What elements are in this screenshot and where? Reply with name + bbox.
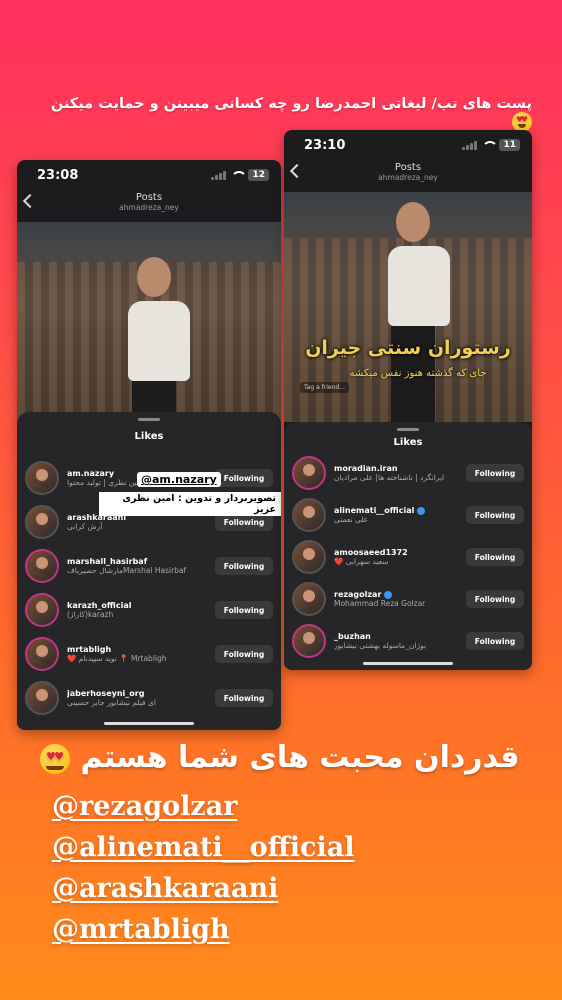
nav-title: Posts bbox=[135, 192, 163, 203]
username[interactable]: rezagolzar bbox=[334, 590, 458, 599]
thanks-label: قدردان محبت های شما هستم bbox=[80, 740, 520, 775]
following-button[interactable]: Following bbox=[466, 506, 524, 524]
full-name: ایرانگرد | ناشناخته ها| علی مرادیان bbox=[334, 473, 445, 482]
left-screenshot: 23:08 12 Posts ahmadreza_ney Likes am.na… bbox=[17, 160, 281, 730]
avatar[interactable] bbox=[292, 582, 326, 616]
username[interactable]: marshall_hasirbaf bbox=[67, 557, 207, 566]
avatar[interactable] bbox=[292, 456, 326, 490]
battery-icon: 11 bbox=[499, 139, 520, 151]
full-name: Mrtabligh 📍 نوید سپیدنام ❤️ bbox=[67, 654, 167, 663]
full-name: علی نعمتی bbox=[334, 515, 369, 524]
right-screenshot: 23:10 11 Posts ahmadreza_ney رستوران سنت… bbox=[284, 130, 532, 670]
status-bar: 23:08 12 bbox=[17, 160, 281, 190]
username-text[interactable]: rezagolzar bbox=[334, 590, 381, 599]
username[interactable]: karazh_official bbox=[67, 601, 207, 610]
following-button[interactable]: Following bbox=[215, 601, 273, 619]
posts-navbar: Posts ahmadreza_ney bbox=[284, 160, 532, 192]
full-name: آرش کرانی bbox=[67, 522, 103, 531]
mention-list: @rezagolzar @alinemati__official @arashk… bbox=[52, 790, 354, 954]
following-button[interactable]: Following bbox=[215, 645, 273, 663]
username[interactable]: amoosaeed1372 bbox=[334, 548, 458, 557]
post-photo: رستوران سنتی جیران جای که گذشته هنوز نفس… bbox=[284, 192, 532, 422]
avatar[interactable] bbox=[25, 593, 59, 627]
home-indicator bbox=[104, 722, 194, 725]
avatar[interactable] bbox=[25, 461, 59, 495]
mention-mrtabligh[interactable]: @mrtabligh bbox=[52, 913, 354, 950]
likes-sheet: Likes am.nazary امین نظری | تولید محتوا F… bbox=[17, 412, 281, 730]
following-button[interactable]: Following bbox=[466, 632, 524, 650]
following-button[interactable]: Following bbox=[466, 464, 524, 482]
nav-subtitle: ahmadreza_ney bbox=[378, 173, 438, 182]
story-caption: پست های تب/ لیغاتی احمدرضا رو چه کسانی م… bbox=[28, 96, 532, 132]
avatar[interactable] bbox=[25, 681, 59, 715]
heart-eyes-emoji-icon bbox=[40, 743, 70, 774]
home-indicator bbox=[363, 662, 453, 665]
mention-rezagolzar[interactable]: @rezagolzar bbox=[52, 790, 354, 827]
username[interactable]: mrtabligh bbox=[67, 645, 207, 654]
status-time: 23:10 bbox=[304, 137, 346, 153]
avatar[interactable] bbox=[292, 540, 326, 574]
following-button[interactable]: Following bbox=[466, 590, 524, 608]
mention-alinemati[interactable]: @alinemati__official bbox=[52, 831, 354, 868]
full-name: بوژان_ماسوله بهشتی نیشابور bbox=[334, 641, 427, 650]
following-button[interactable]: Following bbox=[215, 469, 273, 487]
posts-navbar: Posts ahmadreza_ney bbox=[17, 190, 281, 222]
full-name: Mohammad Reza Golzar bbox=[334, 599, 426, 608]
list-item[interactable]: rezagolzar Mohammad Reza Golzar Following bbox=[284, 578, 532, 620]
avatar[interactable] bbox=[292, 498, 326, 532]
list-item[interactable]: moradian.iran ایرانگرد | ناشناخته ها| علی… bbox=[284, 452, 532, 494]
username[interactable]: alinemati__official bbox=[334, 506, 458, 515]
verified-badge-icon bbox=[417, 506, 426, 515]
heart-eyes-emoji-icon bbox=[512, 112, 532, 132]
status-bar: 23:10 11 bbox=[284, 130, 532, 160]
username-text[interactable]: alinemati__official bbox=[334, 506, 414, 515]
likes-title: Likes bbox=[393, 437, 423, 448]
username[interactable]: _buzhan bbox=[334, 632, 458, 641]
overlay-subtitle: جای که گذشته هنوز نفس میکشه bbox=[349, 368, 487, 379]
avatar[interactable] bbox=[25, 637, 59, 671]
full-name: karazh(کاراژ) bbox=[67, 610, 114, 619]
sheet-grabber[interactable] bbox=[397, 428, 419, 431]
following-button[interactable]: Following bbox=[215, 689, 273, 707]
mention-arashkaraani[interactable]: @arashkaraani bbox=[52, 872, 354, 909]
tag-friend-hint[interactable]: Tag a friend... bbox=[300, 382, 349, 393]
caption-text: پست های تب/ لیغاتی احمدرضا رو چه کسانی م… bbox=[50, 96, 532, 112]
full-name: Marshal Hasirbafمارشال حصیرباف bbox=[67, 566, 187, 575]
username[interactable]: moradian.iran bbox=[334, 464, 458, 473]
verified-badge-icon bbox=[384, 590, 393, 599]
wifi-icon bbox=[482, 140, 499, 150]
signal-icon bbox=[211, 170, 227, 180]
list-item[interactable]: amoosaeed1372 سعید سهرابی ❤️ Following bbox=[284, 536, 532, 578]
person-image bbox=[127, 257, 190, 422]
following-button[interactable]: Following bbox=[466, 548, 524, 566]
thanks-text: قدردان محبت های شما هستم bbox=[40, 740, 532, 775]
overlay-title: رستوران سنتی جیران bbox=[305, 337, 511, 359]
full-name: ای فیلم نیشابور جابر حسینی bbox=[67, 698, 156, 707]
list-item[interactable]: alinemati__official علی نعمتی Following bbox=[284, 494, 532, 536]
list-item[interactable]: mrtabligh Mrtabligh 📍 نوید سپیدنام ❤️ Fol… bbox=[17, 632, 281, 676]
credit-sticker: تصویربردار و تدوین : امین نظری عزیز bbox=[99, 492, 281, 516]
status-time: 23:08 bbox=[37, 167, 79, 183]
avatar[interactable] bbox=[292, 624, 326, 658]
battery-icon: 12 bbox=[248, 169, 269, 181]
signal-icon bbox=[462, 140, 478, 150]
mention-sticker[interactable]: @am.nazary bbox=[137, 472, 221, 487]
full-name: سعید سهرابی ❤️ bbox=[334, 557, 389, 566]
avatar[interactable] bbox=[25, 549, 59, 583]
list-item[interactable]: karazh_official karazh(کاراژ) Following bbox=[17, 588, 281, 632]
list-item[interactable]: _buzhan بوژان_ماسوله بهشتی نیشابور Follow… bbox=[284, 620, 532, 662]
nav-subtitle: ahmadreza_ney bbox=[119, 203, 179, 212]
post-photo bbox=[17, 222, 281, 422]
likes-sheet: Likes moradian.iran ایرانگرد | ناشناخته ه… bbox=[284, 422, 532, 670]
nav-title: Posts bbox=[394, 162, 422, 173]
likes-title: Likes bbox=[134, 431, 164, 442]
username[interactable]: jaberhoseyni_org bbox=[67, 689, 207, 698]
list-item[interactable]: marshall_hasirbaf Marshal Hasirbafمارشال … bbox=[17, 544, 281, 588]
following-button[interactable]: Following bbox=[215, 557, 273, 575]
sheet-grabber[interactable] bbox=[138, 418, 160, 421]
list-item[interactable]: jaberhoseyni_org ای فیلم نیشابور جابر حسی… bbox=[17, 676, 281, 720]
avatar[interactable] bbox=[25, 505, 59, 539]
wifi-icon bbox=[231, 170, 248, 180]
